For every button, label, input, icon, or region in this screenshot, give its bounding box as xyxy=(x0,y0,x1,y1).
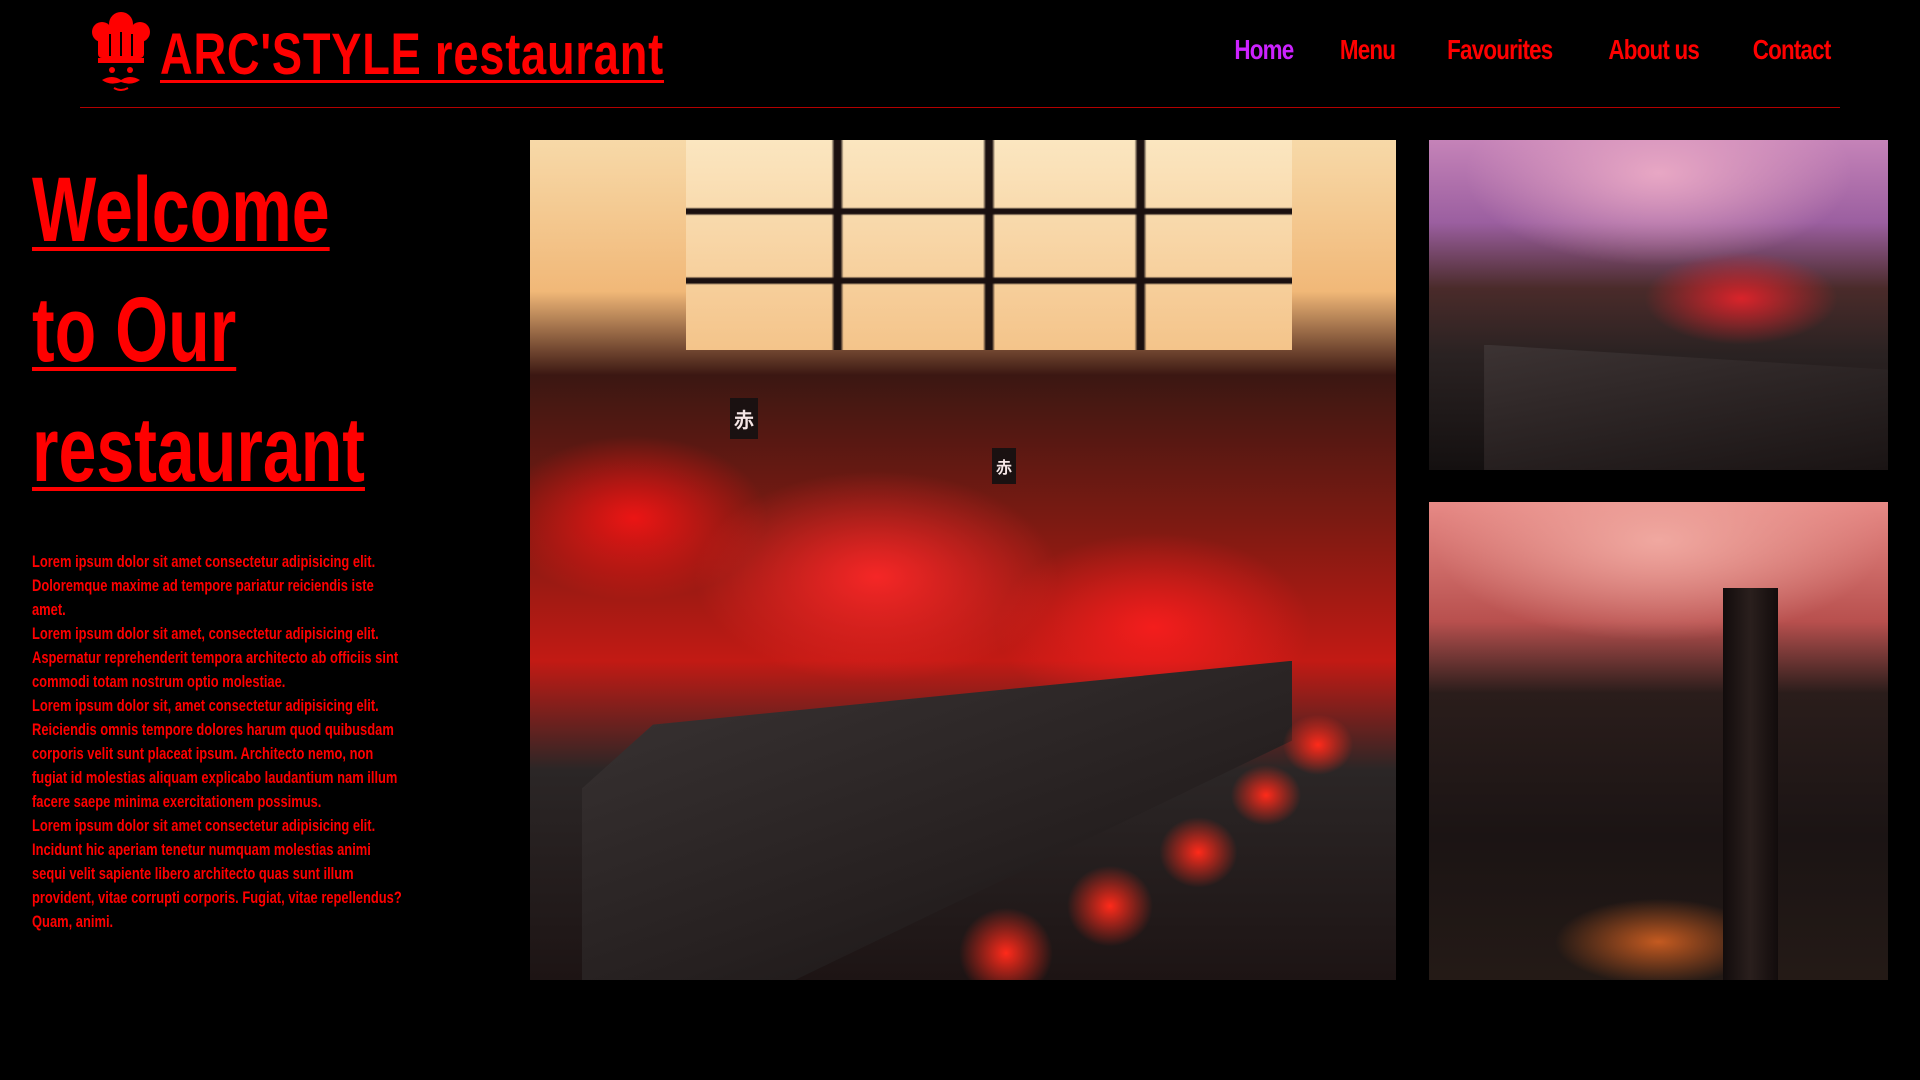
hero-description: Lorem ipsum dolor sit amet consectetur a… xyxy=(32,550,404,934)
photo-sign: 赤 xyxy=(992,448,1017,484)
hero-paragraph: Lorem ipsum dolor sit, amet consectetur … xyxy=(32,696,398,811)
photo-ceiling-detail xyxy=(685,140,1293,350)
restaurant-blossom-photo xyxy=(1429,502,1888,980)
nav-favourites-link[interactable]: Favourites xyxy=(1447,34,1553,66)
photo-bar-detail xyxy=(1484,344,1888,470)
nav-home-link[interactable]: Home xyxy=(1234,34,1294,66)
hero-title-line-3: restaurant xyxy=(32,399,365,501)
main-nav: Home Menu Favourites About us Contact xyxy=(1227,34,1840,66)
hero-paragraph: Lorem ipsum dolor sit amet, consectetur … xyxy=(32,624,399,691)
hero-title-line-1: Welcome xyxy=(32,159,330,261)
photo-pillar-detail xyxy=(1722,588,1778,980)
brand-title[interactable]: ARC'STYLE restaurant xyxy=(160,22,664,88)
photo-sign: 赤 xyxy=(730,398,758,439)
hero-title-line-2: to Our xyxy=(32,279,237,381)
restaurant-bar-photo xyxy=(1429,140,1888,470)
chef-hat-logo-icon[interactable] xyxy=(88,12,154,96)
restaurant-main-photo: 赤 赤 xyxy=(530,140,1396,980)
nav-menu-link[interactable]: Menu xyxy=(1340,34,1396,66)
photo-chairs-detail xyxy=(876,644,1396,980)
hero-title: Welcome to Our restaurant xyxy=(32,150,417,510)
nav-about-link[interactable]: About us xyxy=(1609,34,1700,66)
hero-paragraph: Lorem ipsum dolor sit amet consectetur a… xyxy=(32,552,376,619)
hero-paragraph: Lorem ipsum dolor sit amet consectetur a… xyxy=(32,816,402,931)
site-header: ARC'STYLE restaurant Home Menu Favourite… xyxy=(80,0,1840,108)
nav-contact-link[interactable]: Contact xyxy=(1752,34,1831,66)
